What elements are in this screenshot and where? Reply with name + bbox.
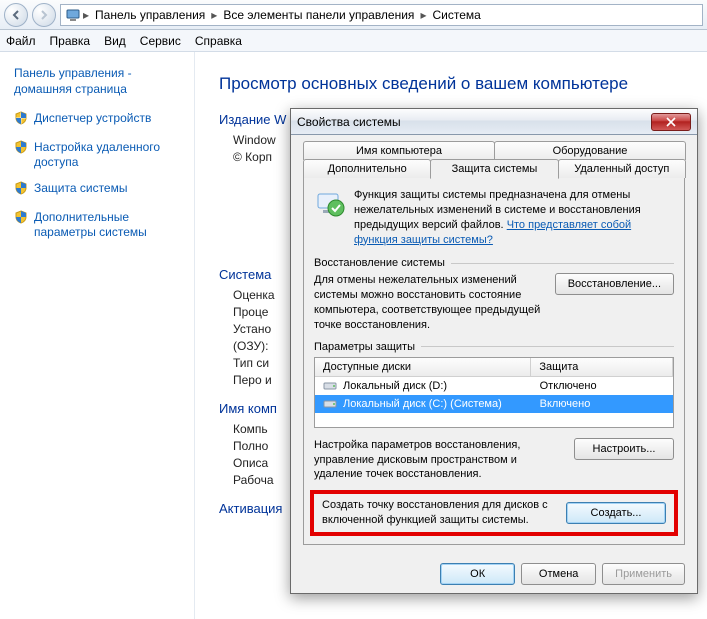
edition-line: © Корп [233, 150, 272, 164]
configure-text: Настройка параметров восстановления, упр… [314, 438, 564, 483]
menu-view[interactable]: Вид [104, 34, 126, 48]
ok-button[interactable]: ОК [440, 563, 515, 585]
drive-icon [323, 398, 337, 410]
protection-icon [314, 188, 346, 220]
page-title: Просмотр основных сведений о вашем компь… [219, 74, 693, 94]
menubar: Файл Правка Вид Сервис Справка [0, 30, 707, 52]
name-row: Компь [233, 422, 268, 436]
breadcrumb-item[interactable]: Система [428, 8, 484, 22]
computer-icon [65, 7, 81, 23]
dialog-title: Свойства системы [297, 115, 651, 129]
system-row: Проце [233, 305, 268, 319]
name-row: Описа [233, 456, 268, 470]
drive-icon [323, 380, 337, 392]
intro-text: Функция защиты системы предназначена для… [354, 188, 674, 247]
menu-file[interactable]: Файл [6, 34, 36, 48]
back-button[interactable] [4, 3, 28, 27]
name-row: Полно [233, 439, 268, 453]
sidebar-item-device-manager[interactable]: Диспетчер устройств [14, 111, 184, 130]
edition-line: Window [233, 133, 276, 147]
sidebar: Панель управления - домашняя страница Ди… [0, 52, 195, 619]
shield-icon [14, 181, 28, 200]
tab-panel: Функция защиты системы предназначена для… [303, 177, 685, 545]
breadcrumb-item[interactable]: Все элементы панели управления [219, 8, 418, 22]
disk-row[interactable]: Локальный диск (D:) Отключено [315, 377, 673, 395]
disk-name: Локальный диск (C:) (Система) [343, 398, 502, 410]
sidebar-item-advanced[interactable]: Дополнительные параметры системы [14, 210, 184, 241]
navbar: ▸ Панель управления ▸ Все элементы панел… [0, 0, 707, 30]
forward-button[interactable] [32, 3, 56, 27]
dialog-footer: ОК Отмена Применить [291, 555, 697, 593]
tab-system-protection[interactable]: Защита системы [430, 159, 558, 179]
system-row: Тип си [233, 356, 269, 370]
system-properties-dialog: Свойства системы Имя компьютера Оборудов… [290, 108, 698, 594]
tab-remote[interactable]: Удаленный доступ [558, 159, 686, 178]
name-row: Рабоча [233, 473, 274, 487]
sidebar-item-label: Настройка удаленного доступа [34, 140, 184, 171]
col-disks[interactable]: Доступные диски [315, 358, 531, 376]
breadcrumb-item[interactable]: Панель управления [91, 8, 209, 22]
shield-icon [14, 140, 28, 159]
disk-row[interactable]: Локальный диск (C:) (Система) Включено [315, 395, 673, 413]
sidebar-item-label: Диспетчер устройств [34, 111, 151, 127]
system-row: (ОЗУ): [233, 339, 268, 353]
dialog-titlebar[interactable]: Свойства системы [291, 109, 697, 135]
create-text: Создать точку восстановления для дисков … [322, 498, 556, 528]
cancel-button[interactable]: Отмена [521, 563, 596, 585]
chevron-right-icon: ▸ [420, 8, 426, 22]
menu-tools[interactable]: Сервис [140, 34, 181, 48]
close-icon [666, 117, 676, 127]
sidebar-item-label: Дополнительные параметры системы [34, 210, 184, 241]
close-button[interactable] [651, 113, 691, 131]
sidebar-item-remote[interactable]: Настройка удаленного доступа [14, 140, 184, 171]
disk-name: Локальный диск (D:) [343, 380, 447, 392]
sidebar-item-label: Защита системы [34, 181, 127, 197]
sidebar-item-system-protection[interactable]: Защита системы [14, 181, 184, 200]
disk-table[interactable]: Доступные диски Защита Локальный диск (D… [314, 357, 674, 428]
configure-button[interactable]: Настроить... [574, 438, 674, 460]
shield-icon [14, 111, 28, 130]
shield-icon [14, 210, 28, 229]
system-row: Устано [233, 322, 271, 336]
create-highlight: Создать точку восстановления для дисков … [310, 490, 678, 536]
col-protection[interactable]: Защита [531, 358, 673, 376]
disk-protection: Включено [532, 395, 673, 413]
disk-table-header: Доступные диски Защита [315, 358, 673, 377]
sidebar-home-link[interactable]: Панель управления - домашняя страница [14, 66, 184, 97]
tab-computer-name[interactable]: Имя компьютера [303, 141, 495, 160]
chevron-right-icon: ▸ [83, 8, 89, 22]
menu-help[interactable]: Справка [195, 34, 242, 48]
system-row: Перо и [233, 373, 272, 387]
tab-hardware[interactable]: Оборудование [494, 141, 686, 160]
restore-group-head: Восстановление системы [314, 257, 674, 269]
disk-protection: Отключено [532, 377, 673, 395]
restore-text: Для отмены нежелательных изменений систе… [314, 273, 545, 332]
restore-button[interactable]: Восстановление... [555, 273, 674, 295]
chevron-right-icon: ▸ [211, 8, 217, 22]
tab-advanced[interactable]: Дополнительно [303, 159, 431, 178]
params-group-head: Параметры защиты [314, 341, 674, 353]
create-button[interactable]: Создать... [566, 502, 666, 524]
system-row: Оценка [233, 288, 275, 302]
breadcrumb[interactable]: ▸ Панель управления ▸ Все элементы панел… [60, 4, 703, 26]
menu-edit[interactable]: Правка [50, 34, 91, 48]
apply-button[interactable]: Применить [602, 563, 685, 585]
